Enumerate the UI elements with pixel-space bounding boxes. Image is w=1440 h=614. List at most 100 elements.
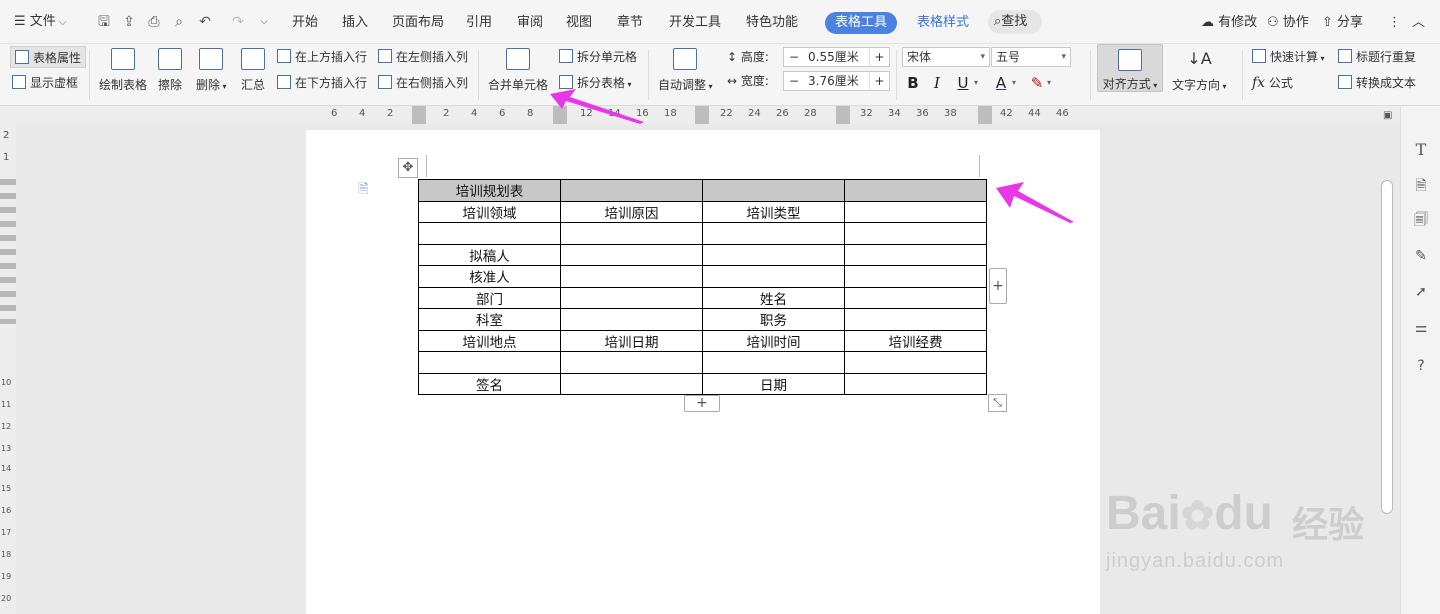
table-cell[interactable] xyxy=(844,372,987,395)
table-cell[interactable] xyxy=(418,222,561,245)
customize-chevron-icon[interactable]: ⌵ xyxy=(255,12,273,32)
help-icon[interactable]: ? xyxy=(1411,356,1431,376)
table-cell[interactable]: 培训经费 xyxy=(844,329,987,352)
ruler-column-marker[interactable] xyxy=(412,106,426,124)
merge-cells-button[interactable]: 合并单元格 xyxy=(488,48,548,93)
add-row-button[interactable]: + xyxy=(684,395,720,412)
table-cell[interactable] xyxy=(844,179,987,202)
font-color-button[interactable]: A xyxy=(990,73,1012,93)
highlight-icon[interactable]: ✎ xyxy=(1026,73,1048,93)
table-cell[interactable]: 培训领域 xyxy=(418,200,561,223)
collapse-ribbon-icon[interactable]: ︿ xyxy=(1412,12,1425,34)
tab-special[interactable]: 特色功能 xyxy=(746,12,798,34)
more-icon[interactable]: ⋮ xyxy=(1388,12,1401,34)
pen-icon[interactable]: ✎ xyxy=(1411,246,1431,266)
table-cell[interactable] xyxy=(560,286,703,309)
table-cell[interactable] xyxy=(560,179,703,202)
tab-review[interactable]: 审阅 xyxy=(517,12,543,34)
vertical-ruler[interactable]: 2 1 10 11 12 13 14 15 16 17 18 19 20 xyxy=(0,124,16,614)
training-plan-table[interactable]: 培训规划表 培训领域 培训原因 培训类型 拟稿人 核准人 部门 姓名 科室 职务 xyxy=(418,179,987,395)
save-icon[interactable]: 🖫 xyxy=(95,12,113,32)
auto-adjust-button[interactable]: 自动调整 ▾ xyxy=(658,48,713,93)
tab-insert[interactable]: 插入 xyxy=(342,12,368,34)
split-cells-button[interactable]: 拆分单元格 xyxy=(559,46,637,68)
convert-to-text-button[interactable]: 转换成文本 xyxy=(1338,72,1416,94)
table-cell[interactable]: 培训时间 xyxy=(702,329,845,352)
vertical-scrollbar[interactable] xyxy=(1381,180,1393,514)
delete-button[interactable]: 删除 ▾ xyxy=(196,48,227,93)
insert-row-below-button[interactable]: 在下方插入行 xyxy=(277,72,367,94)
insert-column-left-button[interactable]: 在左侧插入列 xyxy=(378,46,468,68)
summary-button[interactable]: 汇总 xyxy=(241,48,265,93)
table-cell[interactable]: 培训地点 xyxy=(418,329,561,352)
text-style-icon[interactable]: T xyxy=(1411,140,1431,160)
table-cell[interactable]: 科室 xyxy=(418,308,561,331)
insert-column-right-button[interactable]: 在右侧插入列 xyxy=(378,72,468,94)
horizontal-ruler[interactable]: 6 4 2 2 4 6 8 12 14 16 18 22 24 26 28 32… xyxy=(0,106,1400,124)
ruler-column-marker[interactable] xyxy=(978,106,992,124)
file-menu-button[interactable]: ☰ 文件 ⌵ xyxy=(14,12,67,32)
table-cell[interactable] xyxy=(702,265,845,288)
formula-button[interactable]: fx 公式 xyxy=(1252,72,1293,94)
table-cell[interactable] xyxy=(560,308,703,331)
font-name-select[interactable]: 宋体 ▾ xyxy=(902,47,990,67)
table-cell[interactable] xyxy=(560,222,703,245)
show-gridlines-button[interactable]: 显示虚框 xyxy=(12,72,78,94)
bold-button[interactable]: B xyxy=(902,73,924,93)
modified-button[interactable]: ☁ 有修改 xyxy=(1201,12,1257,34)
table-cell[interactable] xyxy=(702,222,845,245)
table-properties-button[interactable]: 表格属性 xyxy=(10,46,87,68)
table-cell[interactable] xyxy=(702,351,845,374)
tab-view[interactable]: 视图 xyxy=(566,12,592,34)
font-size-select[interactable]: 五号 ▾ xyxy=(991,47,1071,67)
table-cell[interactable]: 日期 xyxy=(702,372,845,395)
table-cell[interactable] xyxy=(560,372,703,395)
table-cell[interactable]: 培训原因 xyxy=(560,200,703,223)
underline-dropdown-icon[interactable]: ▾ xyxy=(974,78,978,87)
tab-chapter[interactable]: 章节 xyxy=(617,12,643,34)
decrease-height-button[interactable]: − xyxy=(784,48,804,66)
align-button[interactable]: 对齐方式 ▾ xyxy=(1097,44,1163,92)
table-cell[interactable] xyxy=(702,243,845,266)
underline-button[interactable]: U xyxy=(952,73,974,93)
erase-button[interactable]: 擦除 xyxy=(158,48,182,93)
tab-table-style[interactable]: 表格样式 xyxy=(917,12,969,34)
tab-start[interactable]: 开始 xyxy=(292,12,318,34)
print-preview-icon[interactable]: ⌕ xyxy=(170,12,188,32)
table-cell[interactable]: 部门 xyxy=(418,286,561,309)
height-field[interactable]: − 0.55厘米 + xyxy=(783,47,890,67)
paragraph-options-icon[interactable]: 🗎 xyxy=(358,180,368,202)
text-direction-button[interactable]: ↓A 文字方向 ▾ xyxy=(1172,48,1227,93)
share-button[interactable]: ⇧ 分享 xyxy=(1322,12,1363,34)
repeat-header-button[interactable]: 标题行重复 xyxy=(1338,46,1416,68)
table-cell[interactable]: 培训规划表 xyxy=(418,179,561,202)
italic-button[interactable]: I xyxy=(926,73,948,93)
table-cell[interactable]: 姓名 xyxy=(702,286,845,309)
table-cell[interactable]: 拟稿人 xyxy=(418,243,561,266)
resize-table-icon[interactable]: ⤡ xyxy=(988,394,1007,412)
cursor-icon[interactable]: ➚ xyxy=(1411,282,1431,302)
insert-row-above-button[interactable]: 在上方插入行 xyxy=(277,46,367,68)
table-cell[interactable] xyxy=(560,243,703,266)
table-cell[interactable] xyxy=(844,351,987,374)
table-cell[interactable]: 核准人 xyxy=(418,265,561,288)
document-settings-icon[interactable]: 🗐 xyxy=(1411,210,1431,230)
width-field[interactable]: − 3.76厘米 + xyxy=(783,71,890,91)
table-cell[interactable]: 培训类型 xyxy=(702,200,845,223)
tab-references[interactable]: 引用 xyxy=(466,12,492,34)
table-move-handle-icon[interactable]: ✥ xyxy=(398,158,418,178)
table-cell[interactable] xyxy=(560,265,703,288)
decrease-width-button[interactable]: − xyxy=(784,72,804,90)
table-cell[interactable]: 职务 xyxy=(702,308,845,331)
quick-calc-button[interactable]: 快速计算 ▾ xyxy=(1252,46,1325,68)
redo-icon[interactable]: ↷ xyxy=(229,12,247,32)
sliders-icon[interactable]: ⚌ xyxy=(1411,318,1431,338)
undo-icon[interactable]: ↶ xyxy=(196,12,214,32)
table-cell[interactable] xyxy=(844,265,987,288)
document-icon[interactable]: 🗎 xyxy=(1411,176,1431,196)
ruler-column-marker[interactable] xyxy=(836,106,850,124)
highlight-dropdown-icon[interactable]: ▾ xyxy=(1047,78,1051,87)
split-view-icon[interactable]: ▣ xyxy=(1383,110,1392,121)
increase-height-button[interactable]: + xyxy=(869,48,889,66)
tab-developer[interactable]: 开发工具 xyxy=(669,12,721,34)
